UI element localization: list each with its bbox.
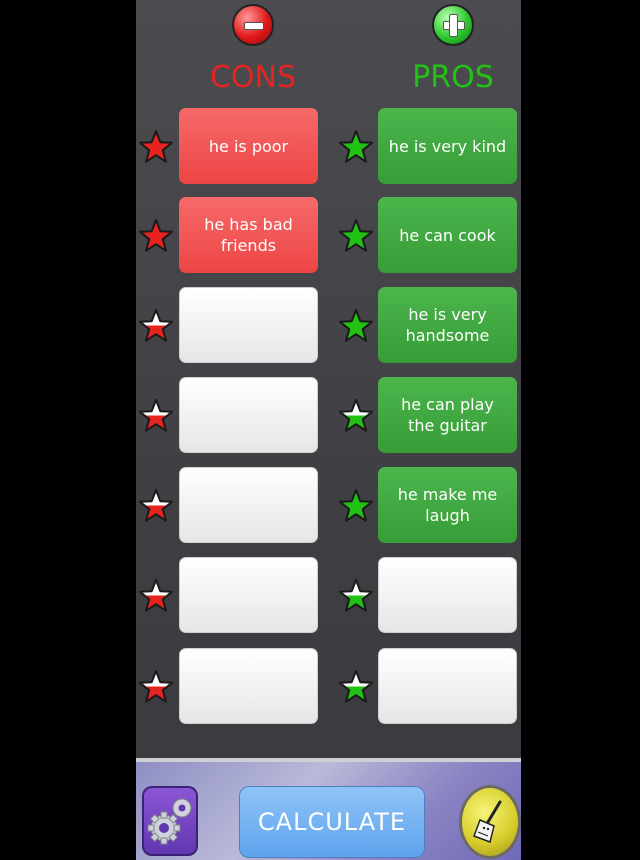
- list-row: he is poor he is very kind: [136, 108, 521, 186]
- pros-item-box[interactable]: he make me laugh: [378, 467, 517, 543]
- pros-star-icon[interactable]: [339, 579, 373, 613]
- cons-item-box[interactable]: [179, 467, 318, 543]
- cons-star-icon[interactable]: [139, 579, 173, 613]
- cons-item-box[interactable]: he has bad friends: [179, 197, 318, 273]
- settings-button[interactable]: [142, 786, 198, 856]
- footer-bar: CALCULATE: [136, 758, 521, 860]
- list-row: he make me laugh: [136, 467, 521, 545]
- pros-star-icon[interactable]: [339, 670, 373, 704]
- pros-item-box[interactable]: he is very kind: [378, 108, 517, 184]
- cons-item-box[interactable]: he is poor: [179, 108, 318, 184]
- pros-star-icon[interactable]: [339, 309, 373, 343]
- app-screen: CONS PROS he is poor he is very kind he ha…: [136, 0, 521, 860]
- cons-item-box[interactable]: [179, 377, 318, 453]
- pros-item-box[interactable]: [378, 557, 517, 633]
- broom-icon: [473, 800, 502, 843]
- list-row: he is very handsome: [136, 287, 521, 365]
- cons-star-icon[interactable]: [139, 219, 173, 253]
- minus-icon[interactable]: [232, 4, 274, 46]
- pros-star-icon[interactable]: [339, 219, 373, 253]
- pros-item-box[interactable]: he can cook: [378, 197, 517, 273]
- list-row: [136, 648, 521, 726]
- cons-item-box[interactable]: [179, 557, 318, 633]
- list-row: he can play the guitar: [136, 377, 521, 455]
- pros-item-box[interactable]: [378, 648, 517, 724]
- cons-item-box[interactable]: [179, 287, 318, 363]
- cons-item-box[interactable]: [179, 648, 318, 724]
- gears-icon: [147, 798, 192, 845]
- cons-title: CONS: [209, 60, 297, 95]
- pros-star-icon[interactable]: [339, 130, 373, 164]
- pros-star-icon[interactable]: [339, 489, 373, 523]
- pros-title: PROS: [412, 60, 494, 95]
- cons-star-icon[interactable]: [139, 670, 173, 704]
- calculate-button[interactable]: CALCULATE: [239, 786, 425, 858]
- list-row: he has bad friends he can cook: [136, 197, 521, 275]
- pros-star-icon[interactable]: [339, 399, 373, 433]
- cons-star-icon[interactable]: [139, 399, 173, 433]
- plus-icon[interactable]: [432, 4, 474, 46]
- cons-star-icon[interactable]: [139, 130, 173, 164]
- clean-button[interactable]: [462, 788, 518, 856]
- pros-item-box[interactable]: he can play the guitar: [378, 377, 517, 453]
- cons-star-icon[interactable]: [139, 489, 173, 523]
- pros-item-box[interactable]: he is very handsome: [378, 287, 517, 363]
- list-row: [136, 557, 521, 635]
- cons-star-icon[interactable]: [139, 309, 173, 343]
